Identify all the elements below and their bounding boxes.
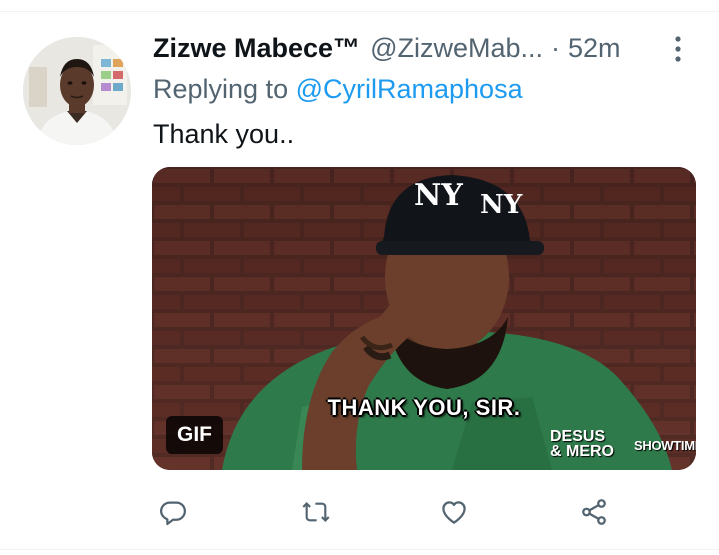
- svg-text:NY: NY: [480, 190, 523, 220]
- reply-icon: [160, 501, 186, 526]
- show-logo-line2: & MERO: [550, 443, 614, 460]
- gif-caption: THANK YOU, SIR.: [327, 395, 521, 420]
- display-name[interactable]: Zizwe Mabece™: [153, 33, 360, 64]
- retweet-button[interactable]: [299, 495, 333, 529]
- share-button[interactable]: [577, 495, 611, 529]
- tweet-text: Thank you..: [153, 119, 295, 149]
- share-icon: [582, 499, 606, 525]
- show-logo: DESUS & MERO: [550, 428, 630, 460]
- reply-to-link[interactable]: @CyrilRamaphosa: [296, 74, 523, 104]
- top-divider: [0, 11, 719, 12]
- gif-media[interactable]: NY NY THANK YOU, SIR. GIF DESUS & MERO S…: [152, 167, 696, 470]
- retweet-icon: [302, 502, 330, 522]
- timestamp[interactable]: 52m: [568, 33, 621, 64]
- action-bar: [0, 495, 719, 529]
- avatar[interactable]: [23, 37, 131, 145]
- gif-badge: GIF: [166, 416, 223, 454]
- bottom-divider: [0, 549, 719, 550]
- tweet-header: Zizwe Mabece™ @ZizweMab... · 52m: [153, 30, 693, 66]
- show-logo-line1: DESUS: [550, 428, 606, 445]
- network-logo: SHOWTIME: [634, 438, 696, 453]
- reply-button[interactable]: [156, 495, 190, 529]
- more-vertical-icon[interactable]: [671, 35, 685, 63]
- gif-frame: NY NY: [152, 167, 696, 470]
- reply-prefix: Replying to: [153, 74, 289, 104]
- like-button[interactable]: [437, 495, 471, 529]
- handle[interactable]: @ZizweMab...: [370, 33, 543, 64]
- reply-context: Replying to @CyrilRamaphosa: [153, 74, 523, 105]
- svg-text:NY: NY: [414, 178, 463, 213]
- heart-icon: [442, 501, 466, 524]
- separator-dot: ·: [551, 32, 561, 63]
